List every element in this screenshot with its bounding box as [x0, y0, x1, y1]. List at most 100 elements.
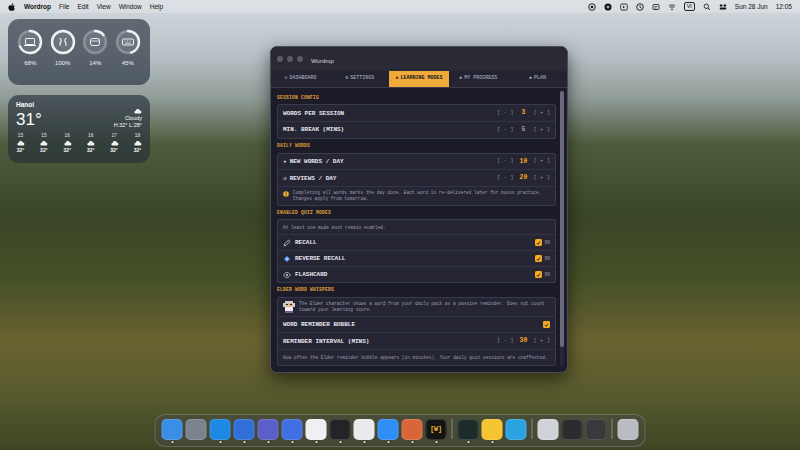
minimize-button[interactable] — [287, 56, 293, 62]
menu-item[interactable]: Edit — [73, 2, 92, 12]
dock-item[interactable] — [506, 419, 527, 443]
app-window[interactable]: Wordrop ◇DASHBOARD⚙SETTINGS◈LEARNING MOD… — [270, 46, 568, 373]
dock-item[interactable] — [234, 419, 255, 443]
menu-time[interactable]: 12:05 — [776, 2, 792, 12]
checkbox[interactable] — [543, 321, 550, 328]
tab-label[interactable]: DASHBOARD — [290, 75, 317, 83]
menu-date[interactable]: Sun 28 Jun — [735, 2, 768, 12]
tab-label[interactable]: LEARNING MODES — [401, 75, 443, 83]
stepper-row[interactable]: ↺REVIEWS / DAY[ - ]20[ + ] — [278, 170, 555, 187]
stepper-row[interactable]: ★NEW WORDS / DAY[ - ]10[ + ] — [278, 154, 555, 171]
dock-item[interactable] — [458, 419, 479, 443]
menu-item[interactable]: Window — [115, 2, 146, 12]
caption-text: How often the Elder reminder bubble appe… — [283, 355, 548, 361]
dock-item[interactable] — [282, 419, 303, 443]
title-bar[interactable]: Wordrop — [271, 47, 567, 71]
dock-item[interactable] — [562, 419, 583, 443]
decrement-button[interactable]: [ - ] — [497, 157, 514, 165]
dock-item[interactable] — [482, 419, 503, 443]
tab[interactable]: ◈LEARNING MODES — [389, 71, 448, 87]
increment-button[interactable]: [ + ] — [533, 337, 550, 345]
app-icon[interactable] — [162, 419, 183, 440]
dock-item[interactable] — [378, 419, 399, 443]
app-icon[interactable] — [234, 419, 255, 440]
dock-separator — [532, 419, 533, 439]
scroll-thumb[interactable] — [560, 91, 564, 347]
dock-item[interactable] — [402, 419, 423, 443]
tab-label[interactable]: MY PROGRESS — [464, 75, 497, 83]
dock-item[interactable] — [210, 419, 231, 443]
increment-button[interactable]: [ + ] — [533, 109, 550, 117]
increment-button[interactable]: [ + ] — [533, 157, 550, 165]
close-button[interactable] — [277, 56, 283, 62]
dock-item[interactable] — [354, 419, 375, 443]
dock-item[interactable] — [330, 419, 351, 443]
tab-label[interactable]: SETTINGS — [350, 75, 374, 83]
dock-item[interactable] — [186, 419, 207, 443]
input-source[interactable]: VI — [684, 2, 695, 11]
stepper[interactable]: [ - ]30[ + ] — [497, 336, 550, 346]
increment-button[interactable]: [ + ] — [533, 126, 550, 134]
toggle-row[interactable]: FLASHCARDON — [278, 267, 555, 282]
stepper[interactable]: [ - ]3[ + ] — [497, 108, 550, 118]
app-icon[interactable] — [562, 419, 583, 440]
stepper-row[interactable]: MIN. BREAK (MINS)[ - ]5[ + ] — [278, 122, 555, 138]
checkbox[interactable] — [535, 271, 542, 278]
zoom-button[interactable] — [297, 56, 303, 62]
app-icon[interactable] — [354, 419, 375, 440]
app-icon[interactable] — [586, 419, 607, 440]
app-icon[interactable]: [W] — [426, 419, 447, 440]
menu-item[interactable]: View — [93, 2, 115, 12]
app-icon[interactable] — [210, 419, 231, 440]
stepper-value: 20 — [517, 173, 529, 183]
app-icon[interactable] — [538, 419, 559, 440]
app-icon[interactable] — [258, 419, 279, 440]
tab-label[interactable]: PLAN — [534, 75, 546, 83]
stepper[interactable]: [ - ]20 [ + ] — [497, 173, 550, 183]
battery-widget[interactable]: 68%100%14%45% — [8, 19, 150, 85]
checkbox[interactable] — [535, 239, 542, 246]
decrement-button[interactable]: [ - ] — [497, 126, 514, 134]
toggle-row[interactable]: REVERSE RECALLON — [278, 251, 555, 267]
app-icon[interactable] — [186, 419, 207, 440]
stepper-row[interactable]: WORDS PER SESSION[ - ]3[ + ] — [278, 105, 555, 122]
checkbox-row[interactable]: WORD REMINDER BUBBLE — [278, 317, 555, 333]
dock-item[interactable] — [618, 419, 639, 443]
stepper[interactable]: [ - ]10[ + ] — [497, 157, 550, 167]
app-icon[interactable] — [282, 419, 303, 440]
tab[interactable]: ◈MY PROGRESS — [449, 71, 508, 87]
app-icon[interactable] — [306, 419, 327, 440]
app-icon[interactable] — [378, 419, 399, 440]
weather-widget[interactable]: Hanoi31° CloudyH:32° L:28° 1532°1532°163… — [8, 95, 150, 163]
battery-reading: 45% — [122, 59, 134, 68]
dock-item[interactable] — [258, 419, 279, 443]
app-icon[interactable] — [458, 419, 479, 440]
decrement-button[interactable]: [ - ] — [497, 174, 514, 182]
app-icon[interactable] — [618, 419, 639, 440]
increment-button[interactable]: [ + ] — [533, 174, 550, 182]
dock-item[interactable]: [W] — [426, 419, 447, 443]
toggle-row[interactable]: RECALLON — [278, 235, 555, 251]
app-icon[interactable] — [402, 419, 423, 440]
dock-item[interactable] — [538, 419, 559, 443]
scroll-track[interactable] — [560, 91, 564, 366]
dock-item[interactable] — [306, 419, 327, 443]
dock-item[interactable] — [586, 419, 607, 443]
tab[interactable]: ◈PLAN — [508, 71, 567, 87]
stepper[interactable]: [ - ]5 [ + ] — [497, 125, 550, 135]
app-icon[interactable] — [506, 419, 527, 440]
checkbox[interactable] — [535, 255, 542, 262]
decrement-button[interactable]: [ - ] — [497, 337, 514, 345]
menu-item[interactable]: File — [55, 2, 73, 12]
menu-item[interactable]: Help — [146, 2, 167, 12]
decrement-button[interactable]: [ - ] — [497, 109, 514, 117]
app-icon[interactable] — [482, 419, 503, 440]
forecast-hour: 15 — [41, 133, 46, 139]
stepper-row[interactable]: REMINDER INTERVAL (MINS)[ - ]30[ + ] — [278, 333, 555, 350]
app-icon[interactable] — [330, 419, 351, 440]
tab[interactable]: ⚙SETTINGS — [330, 71, 389, 87]
stepper-value: 5 — [517, 125, 529, 135]
tab[interactable]: ◇DASHBOARD — [271, 71, 330, 87]
app-menu[interactable]: Wordrop — [20, 2, 55, 12]
dock-item[interactable] — [162, 419, 183, 443]
